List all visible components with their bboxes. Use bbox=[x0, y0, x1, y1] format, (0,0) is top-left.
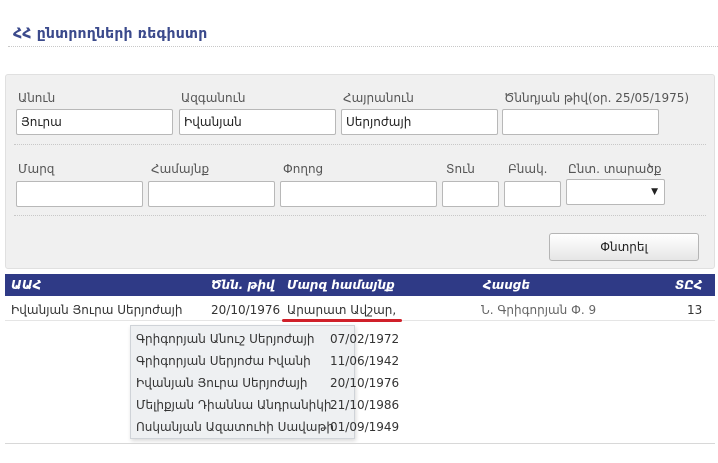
street-label: Փողոց bbox=[283, 162, 324, 176]
suggestion-name: Գրիգորյան Անուշ Սերյոժայի bbox=[136, 332, 315, 346]
region-input[interactable] bbox=[16, 181, 143, 207]
birth-date-label: Ծննդյան թիվ(օր. 25/05/1975) bbox=[504, 91, 690, 105]
column-header-address: Հասցե bbox=[483, 278, 530, 292]
district-select[interactable]: ▼ bbox=[566, 179, 665, 205]
house-label: Տուն bbox=[446, 162, 475, 176]
list-item[interactable]: Ոսկանյան Ազատուհի Սավաթի 01/09/1949 bbox=[131, 416, 399, 438]
row-district: 13 bbox=[687, 303, 703, 317]
column-header-district: ՏԸՀ bbox=[675, 278, 703, 292]
row-address: Ն. Գրիգորյան Փ. 9 bbox=[481, 303, 597, 317]
suggestion-date: 21/10/1986 bbox=[330, 398, 400, 412]
suggestion-date: 07/02/1972 bbox=[330, 332, 400, 346]
community-input[interactable] bbox=[148, 181, 275, 207]
patronymic-label: Հայրանուն bbox=[343, 91, 414, 105]
suggestion-date: 20/10/1976 bbox=[330, 376, 400, 390]
suggestion-list: Գրիգորյան Անուշ Սերյոժայի 07/02/1972 Գրի… bbox=[130, 325, 399, 439]
suggestion-date: 01/09/1949 bbox=[330, 420, 400, 434]
region-label: Մարզ bbox=[18, 162, 55, 176]
results-header: ԱԱՀ Ծնն. թիվ Մարզ համայնք Հասցե ՏԸՀ bbox=[5, 274, 715, 296]
row-region: Արարատ Ավշար, bbox=[287, 303, 397, 317]
form-divider bbox=[14, 215, 706, 216]
suggestion-name: Մելիքյան Դիաննա Անդրանիկի bbox=[136, 398, 332, 412]
patronymic-input[interactable]: Սերյոժայի bbox=[341, 109, 498, 135]
table-row[interactable]: Իվանյան Յուրա Սերյոժայի 20/10/1976 Արարա… bbox=[5, 297, 715, 321]
row-name: Իվանյան Յուրա Սերյոժայի bbox=[11, 303, 183, 317]
highlight-underline bbox=[282, 319, 402, 322]
form-divider bbox=[14, 144, 706, 145]
suggestion-name: Իվանյան Յուրա Սերյոժայի bbox=[136, 376, 308, 390]
suggestion-name: Ոսկանյան Ազատուհի Սավաթի bbox=[136, 420, 334, 434]
street-input[interactable] bbox=[280, 181, 437, 207]
chevron-down-icon: ▼ bbox=[651, 187, 658, 197]
list-item[interactable]: Գրիգորյան Անուշ Սերյոժայի 07/02/1972 bbox=[131, 328, 399, 350]
last-name-input[interactable]: Իվանյան bbox=[179, 109, 336, 135]
title-divider bbox=[8, 46, 718, 47]
house-input[interactable] bbox=[442, 181, 499, 207]
suggestion-name: Գրիգորյան Սերյոժա Իվանի bbox=[136, 354, 311, 368]
apartment-input[interactable] bbox=[504, 181, 561, 207]
first-name-input[interactable]: Յուրա bbox=[16, 109, 173, 135]
row-birth: 20/10/1976 bbox=[211, 303, 281, 317]
last-name-label: Ազգանուն bbox=[181, 91, 246, 105]
search-button[interactable]: Փնտրել bbox=[549, 233, 699, 261]
page-title: ՀՀ ընտրողների ռեգիստր bbox=[13, 26, 208, 42]
district-label: Ընտ. տարածք bbox=[568, 162, 662, 176]
column-header-name: ԱԱՀ bbox=[11, 278, 42, 292]
apartment-label: Բնակ. bbox=[508, 162, 548, 176]
list-item[interactable]: Գրիգորյան Սերյոժա Իվանի 11/06/1942 bbox=[131, 350, 399, 372]
list-item[interactable]: Իվանյան Յուրա Սերյոժայի 20/10/1976 bbox=[131, 372, 399, 394]
birth-date-input[interactable] bbox=[502, 109, 659, 135]
first-name-label: Անուն bbox=[18, 91, 56, 105]
list-item[interactable]: Մելիքյան Դիաննա Անդրանիկի 21/10/1986 bbox=[131, 394, 399, 416]
community-label: Համայնք bbox=[151, 162, 210, 176]
bottom-divider bbox=[5, 443, 715, 444]
column-header-region: Մարզ համայնք bbox=[287, 278, 395, 292]
search-form: Անուն Յուրա Ազգանուն Իվանյան Հայրանուն Ս… bbox=[5, 74, 715, 269]
suggestion-date: 11/06/1942 bbox=[330, 354, 400, 368]
column-header-birth: Ծնն. թիվ bbox=[211, 278, 275, 292]
